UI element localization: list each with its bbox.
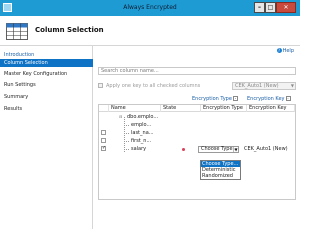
- grid-header: Name State Encryption Type Encryption Ke…: [99, 105, 295, 112]
- tree-branch: [124, 133, 129, 134]
- apply-all-row: Apply one key to all checked columns CEK…: [98, 82, 296, 90]
- maximize-button[interactable]: □: [265, 2, 276, 13]
- encryption-type-bulk[interactable]: Encryption Type -: [192, 96, 238, 102]
- title-bar: Always Encrypted – □ ✕: [0, 0, 300, 16]
- minus-icon: -: [285, 96, 291, 101]
- grid-header-name[interactable]: Name: [109, 105, 161, 112]
- close-button[interactable]: ✕: [276, 2, 296, 13]
- collapse-icon[interactable]: ⊟: [119, 113, 122, 121]
- encryption-key-value: CEK_Auto1 (New): [244, 146, 288, 152]
- help-label: Help: [282, 48, 294, 54]
- wizard-steps-sidebar: Introduction Column Selection Master Key…: [0, 46, 93, 229]
- grid-header-encryption-type[interactable]: Encryption Type: [201, 105, 247, 112]
- apply-all-key-select[interactable]: CEK_Auto1 (New) ▼: [232, 82, 296, 90]
- warning-dot-icon: [182, 148, 185, 151]
- apply-all-label: Apply one key to all checked columns: [106, 83, 201, 89]
- table-row[interactable]: ✓ salary Choose Type... ▼ CEK_Auto1 (New…: [99, 145, 295, 153]
- tree-branch: [124, 125, 129, 126]
- table-row[interactable]: ⊟ dbo.emplo...: [99, 113, 295, 121]
- encryption-key-bulk[interactable]: Encryption Key -: [247, 96, 291, 102]
- column-selection-icon: [6, 23, 28, 40]
- row-checkbox[interactable]: [101, 138, 106, 143]
- table-row[interactable]: emplo...: [99, 121, 295, 129]
- grid-header-state[interactable]: State: [161, 105, 201, 112]
- sidebar-item-results[interactable]: Results: [0, 105, 93, 113]
- row-checkbox-checked[interactable]: ✓: [101, 146, 106, 151]
- encryption-key-header: Encryption Key: [247, 96, 285, 102]
- row-checkbox[interactable]: [101, 130, 106, 135]
- sidebar-item-master-key-configuration[interactable]: Master Key Configuration: [0, 70, 93, 78]
- row-name: last_na...: [131, 130, 154, 136]
- search-input[interactable]: [98, 67, 296, 75]
- help-link[interactable]: ? Help: [276, 48, 294, 54]
- row-name: emplo...: [131, 122, 152, 128]
- tree-branch: [124, 149, 129, 150]
- apply-all-checkbox[interactable]: [98, 83, 103, 88]
- row-name: dbo.emplo...: [127, 114, 159, 120]
- encryption-type-header: Encryption Type: [192, 96, 232, 102]
- apply-all-key-value: CEK_Auto1 (New): [235, 83, 279, 89]
- grid-header-encryption-key[interactable]: Encryption Key: [247, 105, 295, 112]
- table-row[interactable]: last_na...: [99, 129, 295, 137]
- sidebar-item-introduction[interactable]: Introduction: [0, 51, 93, 59]
- tree-branch: [124, 141, 129, 142]
- grid-header-checkbox-col: [99, 105, 109, 112]
- page-title: Column Selection: [35, 26, 104, 34]
- page-header: Column Selection: [0, 16, 300, 46]
- sidebar-item-summary[interactable]: Summary: [0, 93, 93, 101]
- chevron-down-icon: ▼: [233, 147, 238, 152]
- chevron-down-icon: ▼: [290, 83, 294, 88]
- encryption-type-dropdown: Choose Type... Deterministic Randomized: [200, 160, 241, 180]
- minus-icon: -: [232, 96, 238, 101]
- main-panel: ?Help Apply one key to all checked colum…: [93, 46, 300, 229]
- row-name: first_n...: [131, 138, 152, 144]
- sidebar-item-run-settings[interactable]: Run Settings: [0, 81, 93, 89]
- option-randomized[interactable]: Randomized: [201, 173, 240, 179]
- minimize-button[interactable]: –: [254, 2, 265, 13]
- help-icon: ?: [276, 48, 282, 53]
- sidebar-item-column-selection[interactable]: Column Selection: [0, 59, 93, 67]
- table-row[interactable]: first_n...: [99, 137, 295, 145]
- encryption-type-select[interactable]: Choose Type... ▼: [198, 146, 239, 153]
- row-name: salary: [131, 146, 147, 152]
- columns-grid: Name State Encryption Type Encryption Ke…: [98, 104, 296, 200]
- encryption-type-value: Choose Type...: [201, 146, 238, 152]
